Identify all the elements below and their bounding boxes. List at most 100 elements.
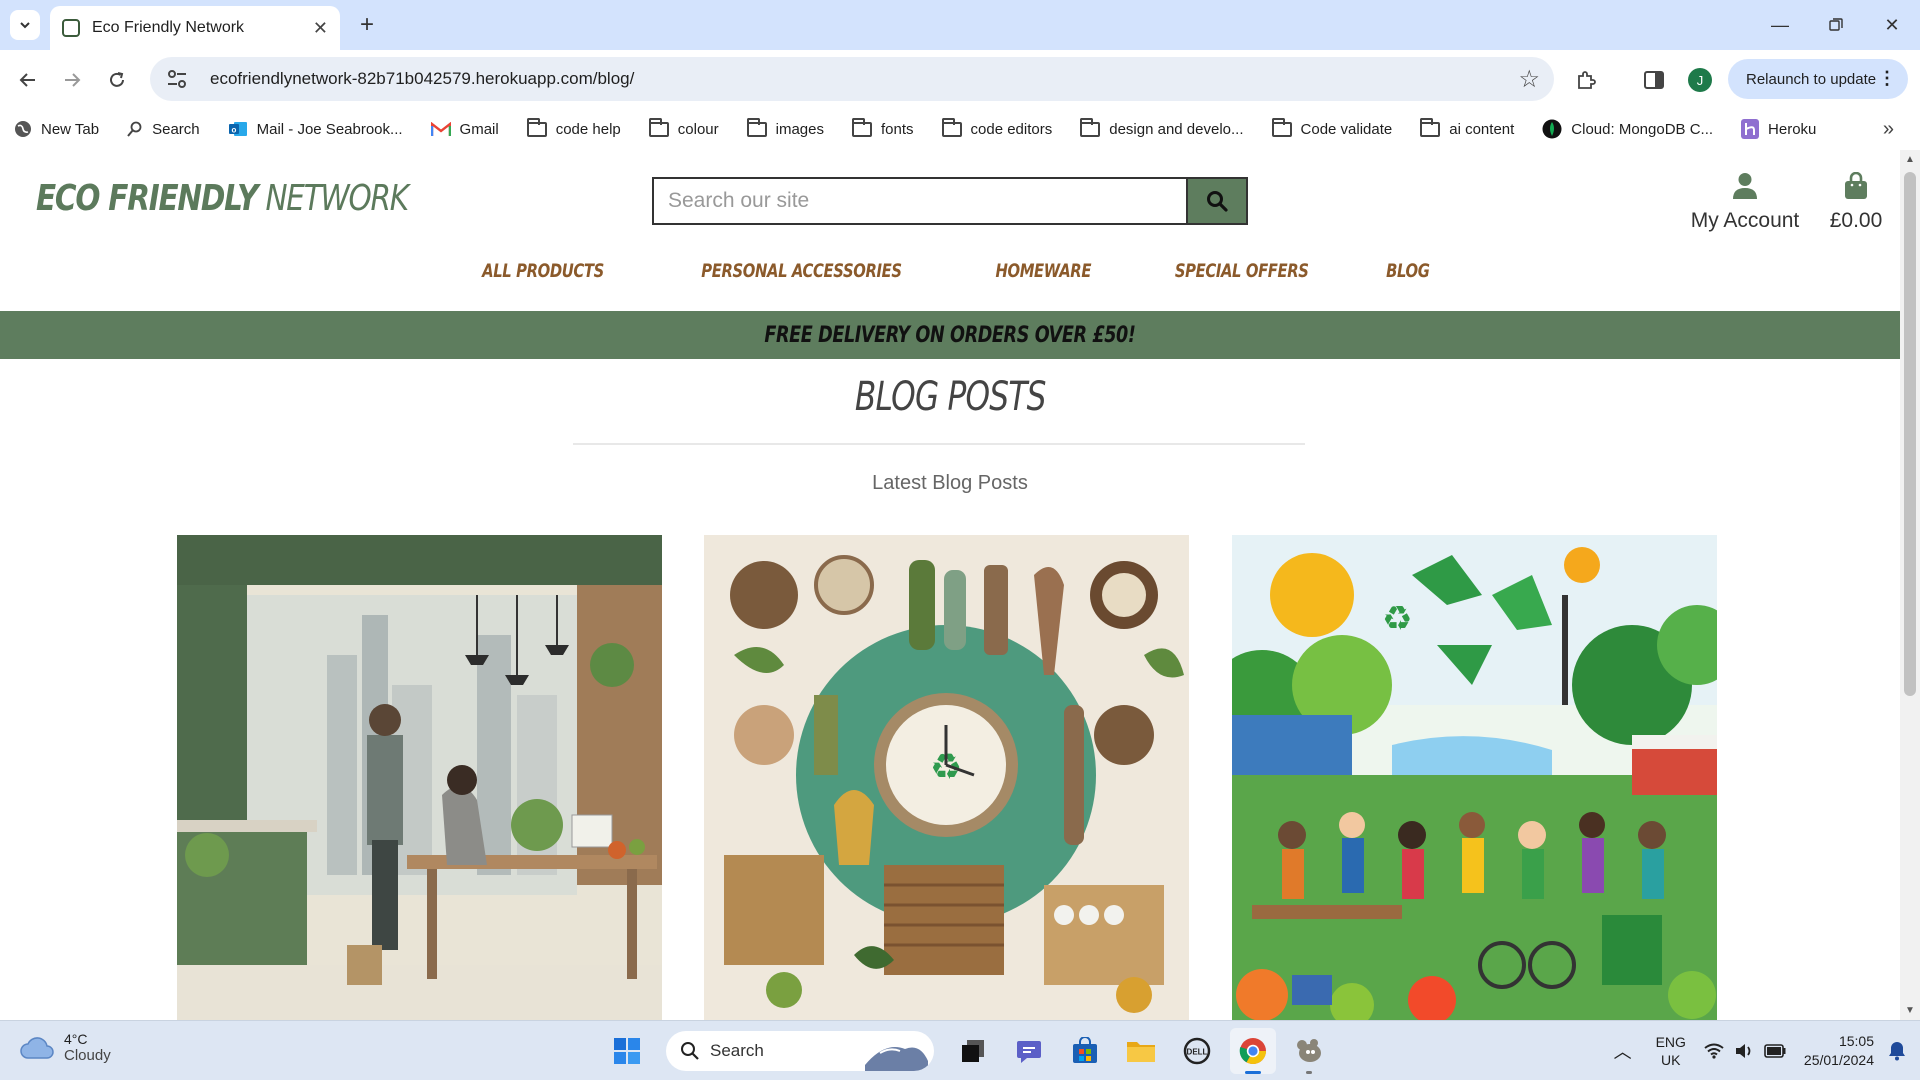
back-arrow-icon [19, 73, 35, 87]
reload-icon [110, 72, 124, 87]
start-button[interactable] [604, 1028, 650, 1074]
nav-item-homeware[interactable]: HOMEWARE [982, 260, 1105, 300]
more-bookmarks-icon[interactable]: » [1883, 118, 1894, 141]
close-window-button[interactable]: ✕ [1864, 0, 1920, 50]
svg-text:o: o [231, 126, 236, 135]
dell-logo-icon: DELL [1183, 1037, 1211, 1065]
dell-app-button[interactable]: DELL [1174, 1028, 1220, 1074]
folder-icon [648, 117, 669, 137]
scroll-up-arrow-icon[interactable]: ▲ [1905, 154, 1915, 165]
nav-item-special-offers[interactable]: SPECIAL OFFERS [1156, 260, 1327, 300]
blog-post-image-2[interactable]: ♻ [704, 535, 1189, 1020]
side-panel-icon [1644, 71, 1664, 89]
reload-button[interactable] [101, 64, 133, 96]
clock-time: 15:05 [1838, 1033, 1874, 1049]
notification-bell-icon[interactable] [1888, 1041, 1906, 1061]
folder-icon [941, 117, 962, 137]
gimp-icon [1297, 1039, 1321, 1062]
tab-search-button[interactable] [10, 10, 40, 40]
folder-icon [851, 117, 872, 137]
browser-tab-active[interactable]: Eco Friendly Network ✕ [50, 6, 340, 50]
window-controls: — ✕ [1752, 0, 1920, 50]
blog-post-image-3[interactable]: ♻ [1232, 535, 1717, 1020]
task-view-button[interactable] [950, 1028, 996, 1074]
magnifier-icon [1207, 191, 1228, 212]
svg-text:♻: ♻ [1382, 599, 1412, 639]
bookmark-folder-code-editors[interactable]: code editors [941, 117, 1052, 138]
close-tab-icon[interactable]: ✕ [313, 18, 328, 39]
site-search-button[interactable] [1186, 177, 1248, 225]
my-account-label: My Account [1690, 209, 1800, 232]
store-button[interactable] [1062, 1028, 1108, 1074]
page-scrollbar[interactable]: ▲ ▼ [1900, 150, 1920, 1020]
bookmark-mongodb[interactable]: Cloud: MongoDB C... [1542, 119, 1713, 139]
site-search [652, 177, 1248, 225]
wifi-icon [1704, 1043, 1724, 1059]
folder-icon [1420, 117, 1441, 137]
globe-icon [14, 120, 32, 138]
nav-item-blog[interactable]: BLOG [1380, 260, 1436, 300]
more-menu-icon[interactable]: ⋮ [1878, 68, 1896, 89]
side-panel-button[interactable] [1638, 64, 1670, 96]
url-text: ecofriendlynetwork-82b71b042579.herokuap… [210, 69, 635, 88]
address-bar[interactable]: ecofriendlynetwork-82b71b042579.herokuap… [150, 57, 1554, 101]
back-button[interactable] [12, 64, 44, 96]
folder-icon [1080, 117, 1101, 137]
bookmark-mail[interactable]: o Mail - Joe Seabrook... [228, 120, 403, 138]
site-info-icon[interactable] [164, 66, 190, 92]
shopping-bag-link[interactable]: £0.00 [1820, 171, 1892, 233]
new-tab-button[interactable]: + [352, 10, 382, 40]
profile-avatar[interactable]: J [1688, 68, 1712, 92]
relaunch-label: Relaunch to update [1746, 70, 1877, 88]
bookmark-gmail[interactable]: Gmail [430, 121, 499, 138]
bookmark-new-tab[interactable]: New Tab [14, 120, 99, 138]
restore-button[interactable] [1808, 0, 1864, 50]
file-explorer-button[interactable] [1118, 1028, 1164, 1074]
show-hidden-icons-chevron-icon[interactable]: ︿ [1614, 1038, 1632, 1064]
search-icon [127, 121, 143, 137]
scroll-down-arrow-icon[interactable]: ▼ [1905, 1005, 1915, 1016]
extensions-button[interactable] [1570, 64, 1602, 96]
site-logo[interactable]: ECO FRIENDLY NETWORK [36, 178, 409, 219]
user-icon [1733, 173, 1757, 199]
bag-total: £0.00 [1829, 209, 1883, 232]
cloud-icon [20, 1036, 54, 1059]
language-indicator[interactable]: ENG UK [1656, 1033, 1686, 1069]
bookmark-folder-design[interactable]: design and develo... [1080, 117, 1244, 138]
page-title: BLOG POSTS [854, 374, 1047, 420]
scrollbar-thumb[interactable] [1904, 172, 1916, 696]
nav-item-personal-accessories[interactable]: PERSONAL ACCESSORIES [673, 260, 930, 300]
bookmark-star-icon[interactable]: ☆ [1518, 65, 1540, 94]
site-search-input[interactable] [652, 177, 1186, 225]
relaunch-button[interactable]: Relaunch to update ⋮ [1728, 59, 1908, 99]
bookmark-folder-code-help[interactable]: code help [526, 117, 621, 138]
bookmark-heroku[interactable]: Heroku [1741, 119, 1816, 139]
nav-item-all-products[interactable]: ALL PRODUCTS [465, 260, 621, 300]
folder-icon [1271, 117, 1292, 137]
teams-chat-button[interactable] [1006, 1028, 1052, 1074]
taskbar-apps: Search DELL [604, 1027, 1332, 1075]
system-clock[interactable]: 15:05 25/01/2024 [1804, 1032, 1874, 1070]
task-view-icon [962, 1040, 984, 1062]
bookmark-search[interactable]: Search [127, 121, 200, 138]
file-explorer-icon [1127, 1042, 1155, 1062]
bookmark-folder-colour[interactable]: colour [648, 117, 719, 138]
battery-icon [1764, 1044, 1786, 1058]
search-icon [681, 1042, 699, 1060]
bookmark-folder-fonts[interactable]: fonts [851, 117, 914, 138]
delivery-banner: FREE DELIVERY ON ORDERS OVER £50! [0, 311, 1900, 359]
bookmark-folder-code-validate[interactable]: Code validate [1271, 117, 1392, 138]
chrome-button[interactable] [1230, 1028, 1276, 1074]
my-account-link[interactable]: My Account [1680, 172, 1810, 233]
windows-logo-icon [614, 1038, 640, 1064]
taskbar-search-label: Search [710, 1041, 764, 1060]
blog-post-image-1[interactable] [177, 535, 662, 1020]
gimp-button[interactable] [1286, 1028, 1332, 1074]
minimize-button[interactable]: — [1752, 0, 1808, 50]
bookmark-folder-images[interactable]: images [746, 117, 824, 138]
web-page: ECO FRIENDLY NETWORK My Account £0.00 AL… [0, 150, 1900, 1020]
bookmark-folder-ai-content[interactable]: ai content [1420, 117, 1514, 138]
weather-widget[interactable]: 4°C Cloudy [20, 1031, 111, 1064]
taskbar-search[interactable]: Search [666, 1031, 934, 1071]
forward-button[interactable] [56, 64, 88, 96]
